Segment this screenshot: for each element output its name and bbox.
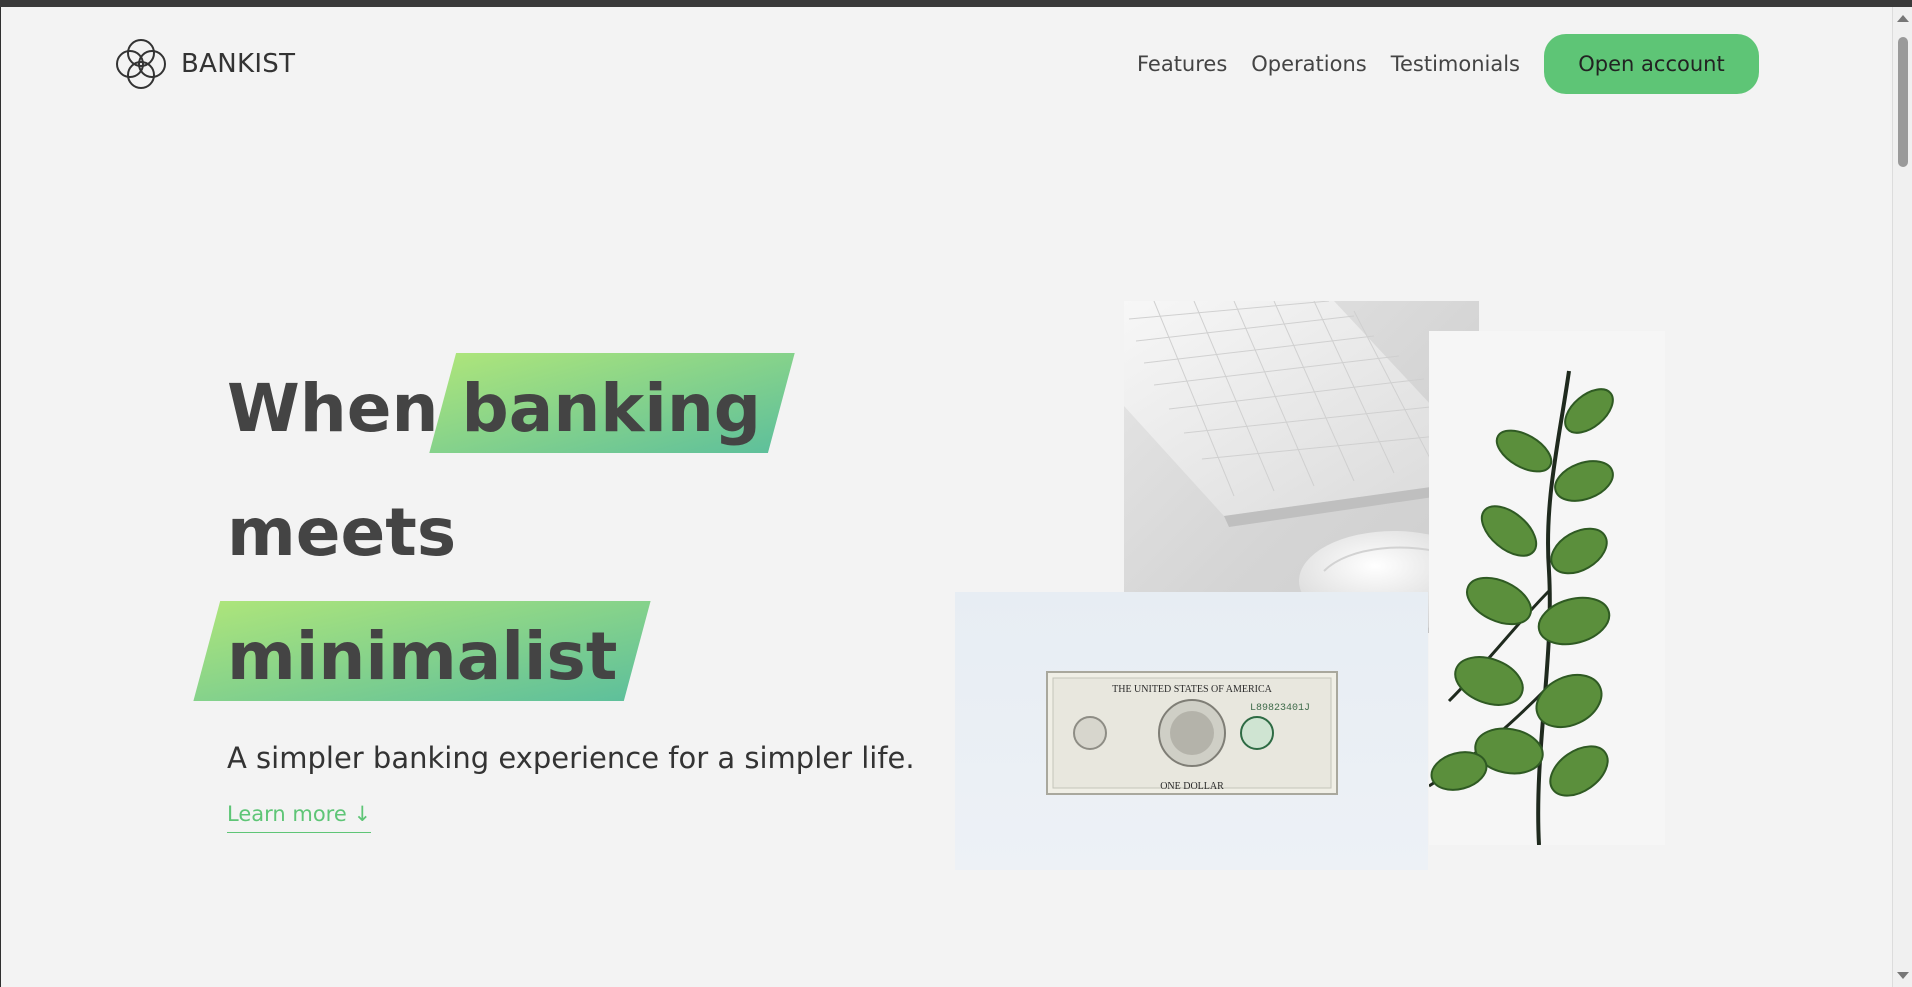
hero-title-line-2: meets	[227, 494, 457, 571]
keyboard-mouse-illustration	[1124, 301, 1479, 633]
main-nav: BANKIST Features Operations Testimonials…	[1, 7, 1892, 127]
dollar-bill-illustration: THE UNITED STATES OF AMERICA ONE DOLLAR …	[1046, 671, 1338, 795]
brand-logo[interactable]: BANKIST	[111, 34, 295, 94]
bankist-logo-icon	[116, 39, 166, 89]
nav-link-operations[interactable]: Operations	[1239, 34, 1378, 94]
learn-more-link[interactable]: Learn more ↓	[227, 802, 372, 833]
hero-image-plant	[1429, 331, 1665, 845]
nav-link-features[interactable]: Features	[1125, 34, 1239, 94]
nav-links: Features Operations Testimonials Open ac…	[1125, 34, 1759, 94]
browser-top-bar	[0, 0, 1912, 7]
scroll-thumb[interactable]	[1898, 37, 1908, 167]
hero-subtitle: A simpler banking experience for a simpl…	[227, 741, 915, 775]
page-scrollbar[interactable]	[1892, 7, 1912, 987]
brand-name: BANKIST	[181, 49, 296, 79]
scroll-up-icon[interactable]	[1897, 15, 1909, 22]
hero-title-line-3: minimalist	[227, 595, 761, 719]
open-account-button[interactable]: Open account	[1544, 34, 1759, 94]
hero-title-word-when: When	[227, 370, 439, 447]
hero-highlight-banking: banking	[462, 347, 762, 471]
dollar-serial-number: L89823401J	[1250, 703, 1310, 714]
dollar-text-top: THE UNITED STATES OF AMERICA	[1112, 684, 1273, 695]
hero-title: When banking meets minimalist	[227, 347, 761, 719]
nav-link-testimonials[interactable]: Testimonials	[1379, 34, 1532, 94]
plant-illustration	[1429, 370, 1614, 845]
scroll-down-icon[interactable]	[1897, 972, 1909, 979]
hero-image-keyboard	[1124, 301, 1479, 633]
hero-image-dollar: THE UNITED STATES OF AMERICA ONE DOLLAR …	[955, 592, 1428, 870]
dollar-text-bottom: ONE DOLLAR	[1160, 781, 1224, 792]
hero-title-line-1: When banking	[227, 347, 761, 471]
hero-highlight-minimalist: minimalist	[227, 595, 617, 719]
page-viewport: BANKIST Features Operations Testimonials…	[0, 7, 1892, 987]
